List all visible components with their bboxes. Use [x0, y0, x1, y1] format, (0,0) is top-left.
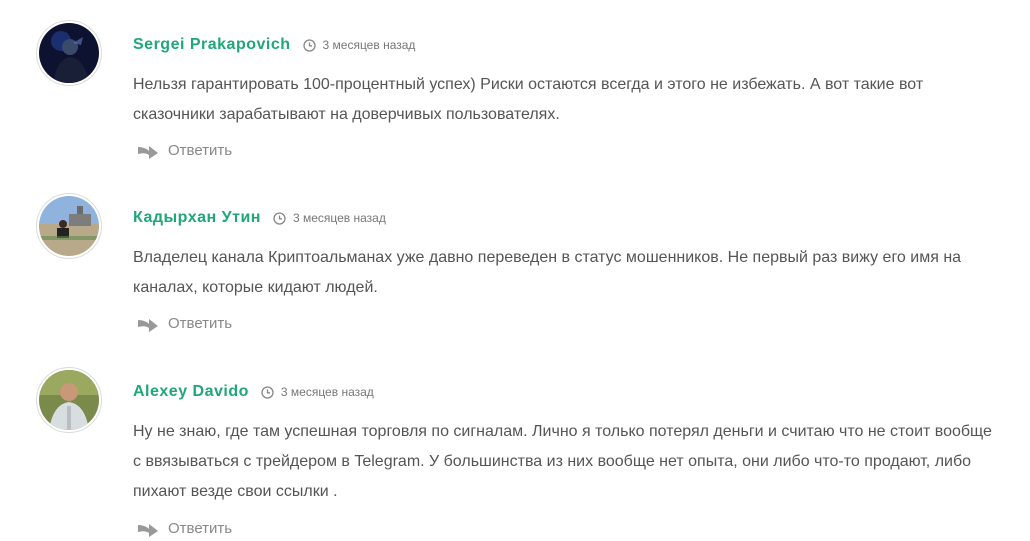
- reply-arrow-icon: [137, 316, 159, 332]
- user-photo-icon: [39, 370, 99, 430]
- user-photo-icon: [39, 196, 99, 256]
- reply-button[interactable]: Ответить: [137, 142, 232, 159]
- comment-time[interactable]: 3 месяцев назад: [273, 211, 386, 225]
- comment-meta: Sergei Prakapovich 3 месяцев назад: [133, 34, 415, 56]
- reply-arrow-icon: [137, 521, 159, 537]
- reply-button[interactable]: Ответить: [137, 315, 232, 332]
- time-label: 3 месяцев назад: [322, 38, 416, 52]
- author-name[interactable]: Alexey Davido: [133, 383, 249, 401]
- clock-icon: [261, 385, 274, 399]
- user-photo-icon: [39, 23, 99, 83]
- reply-arrow-icon: [137, 143, 159, 159]
- comment-text: Владелец канала Криптоальманах уже давно…: [133, 249, 962, 296]
- clock-icon: [302, 38, 316, 52]
- avatar: [36, 20, 102, 86]
- comment-time[interactable]: 3 месяцев назад: [261, 385, 374, 399]
- reply-label: Ответить: [168, 520, 233, 537]
- time-label: 3 месяцев назад: [292, 211, 386, 225]
- comment-meta: Кадырхан Утин 3 месяцев назад: [133, 207, 386, 229]
- time-label: 3 месяцев назад: [280, 385, 374, 399]
- reply-label: Ответить: [168, 142, 233, 159]
- comment-meta: Alexey Davido 3 месяцев назад: [133, 381, 374, 403]
- comment-text: Ну не знаю, где там успешная торговля по…: [133, 423, 992, 500]
- reply-label: Ответить: [168, 315, 233, 332]
- avatar: [36, 367, 102, 433]
- author-name[interactable]: Sergei Prakapovich: [133, 36, 291, 54]
- avatar: [36, 193, 102, 259]
- comment-time[interactable]: 3 месяцев назад: [302, 38, 416, 52]
- clock-icon: [273, 211, 286, 225]
- author-name[interactable]: Кадырхан Утин: [133, 209, 261, 227]
- comment-text: Нельзя гарантировать 100-процентный успе…: [133, 76, 924, 123]
- reply-button[interactable]: Ответить: [137, 520, 232, 537]
